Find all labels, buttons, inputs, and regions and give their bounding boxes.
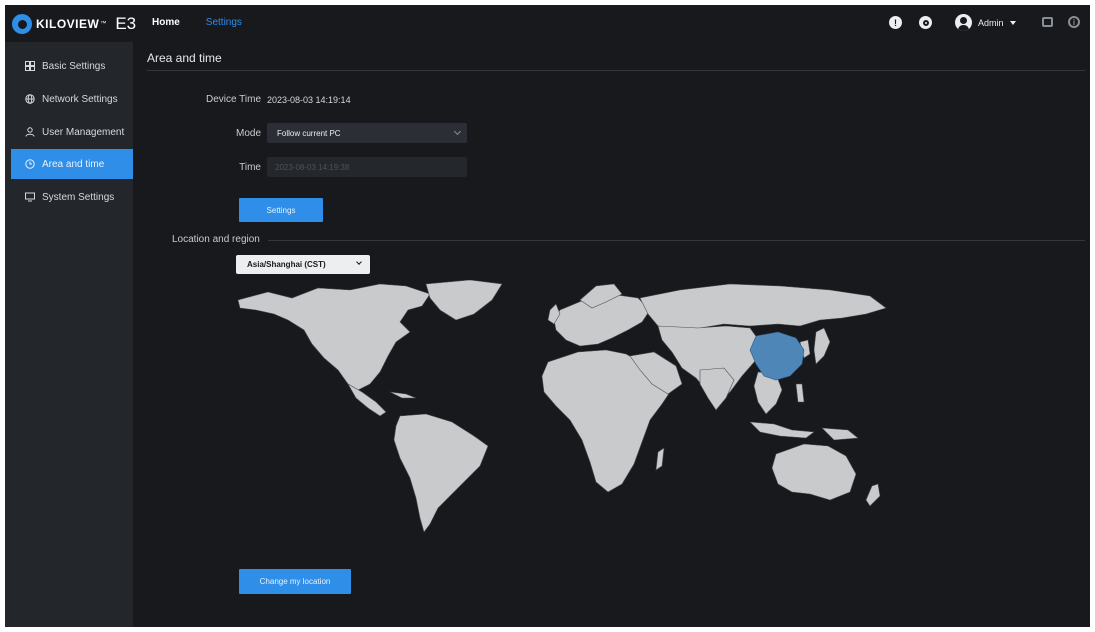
grid-icon: [25, 61, 35, 71]
mode-select-value: Follow current PC: [277, 128, 341, 138]
logo[interactable]: KILOVIEW ™ E3: [12, 13, 136, 35]
device-time-label: Device Time: [205, 94, 261, 105]
help-icon[interactable]: i: [1068, 16, 1080, 28]
trademark: ™: [100, 21, 107, 27]
sidebar: Basic Settings Network Settings User Man…: [5, 42, 133, 627]
screen-icon[interactable]: [1042, 17, 1053, 27]
sidebar-item-user-management[interactable]: User Management: [11, 117, 133, 147]
map-central-america: [347, 383, 387, 417]
globe-icon: [25, 94, 35, 104]
map-philippines: [795, 383, 805, 403]
sidebar-item-basic-settings[interactable]: Basic Settings: [11, 51, 133, 81]
clock-icon: [25, 159, 35, 169]
map-cuba: [389, 391, 417, 399]
time-input-value: 2023-08-03 14:19:38: [275, 162, 350, 172]
change-location-button[interactable]: Change my location: [239, 569, 351, 594]
chevron-down-icon: [453, 127, 462, 136]
nav-home[interactable]: Home: [152, 17, 180, 28]
sidebar-item-label: System Settings: [42, 191, 115, 203]
map-new-zealand: [865, 483, 881, 507]
map-india: [699, 367, 735, 411]
mode-label: Mode: [235, 128, 261, 139]
main-nav: Home Settings: [152, 17, 242, 28]
map-north-asia: [639, 283, 887, 331]
user-name[interactable]: Admin: [978, 18, 1004, 28]
title-divider: [147, 70, 1085, 71]
sidebar-item-label: Area and time: [42, 158, 105, 170]
map-indonesia: [749, 421, 815, 439]
timezone-select[interactable]: Asia/Shanghai (CST): [236, 255, 370, 274]
time-label: Time: [239, 162, 261, 173]
top-bar: KILOVIEW ™ E3 Home Settings ! Admin i: [5, 5, 1090, 42]
monitor-icon: [25, 192, 35, 202]
device-time-value: 2023-08-03 14:19:14: [267, 95, 351, 105]
map-north-america: [237, 283, 431, 391]
map-south-america: [393, 413, 489, 533]
sidebar-item-area-and-time[interactable]: Area and time: [11, 149, 133, 179]
model-name: E3: [115, 14, 137, 33]
alert-icon[interactable]: !: [889, 16, 902, 29]
location-section-label: Location and region: [172, 234, 266, 245]
world-map[interactable]: [230, 280, 892, 540]
app-window: KILOVIEW ™ E3 Home Settings ! Admin i Ba…: [5, 5, 1090, 627]
map-new-guinea: [821, 427, 859, 441]
avatar[interactable]: [955, 14, 972, 31]
logo-mark-icon: [12, 14, 32, 34]
sidebar-item-label: User Management: [42, 126, 125, 138]
user-menu-caret-icon[interactable]: [1010, 21, 1016, 25]
sidebar-item-network-settings[interactable]: Network Settings: [11, 84, 133, 114]
map-madagascar: [655, 447, 665, 471]
user-icon: [25, 127, 35, 137]
record-icon[interactable]: [919, 16, 932, 29]
time-input: 2023-08-03 14:19:38: [267, 157, 467, 177]
main-content: Area and time Device Time 2023-08-03 14:…: [138, 42, 1090, 627]
section-divider: [268, 240, 1085, 241]
brand-name: KILOVIEW: [36, 17, 100, 31]
map-japan: [813, 327, 831, 365]
nav-settings[interactable]: Settings: [206, 17, 242, 28]
settings-button[interactable]: Settings: [239, 198, 323, 222]
sidebar-item-label: Basic Settings: [42, 60, 106, 72]
mode-select[interactable]: Follow current PC: [267, 123, 467, 143]
map-australia: [771, 443, 857, 501]
page-title: Area and time: [147, 51, 222, 65]
sidebar-item-system-settings[interactable]: System Settings: [11, 182, 133, 212]
map-greenland: [425, 280, 503, 321]
timezone-select-value: Asia/Shanghai (CST): [247, 260, 326, 269]
chevron-down-icon: [356, 259, 362, 265]
sidebar-item-label: Network Settings: [42, 93, 118, 105]
